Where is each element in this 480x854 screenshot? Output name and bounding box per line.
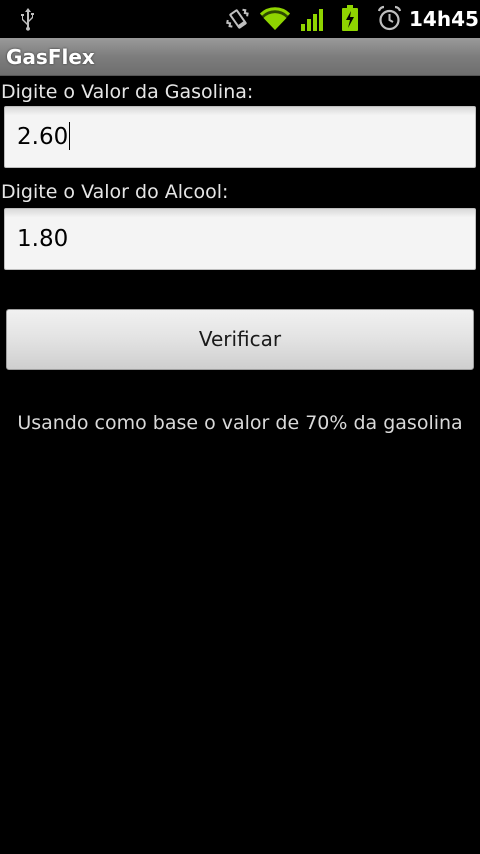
signal-icon (301, 9, 323, 31)
alcohol-input-value: 1.80 (17, 226, 69, 252)
info-text: Usando como base o valor de 70% da gasol… (17, 412, 463, 434)
gasoline-input[interactable]: 2.60 (4, 106, 476, 168)
wifi-icon (259, 7, 291, 30)
status-clock: 14h45 (409, 7, 479, 31)
text-cursor (69, 121, 71, 150)
app-title-bar: GasFlex (0, 38, 480, 76)
gasoline-label: Digite o Valor da Gasolina: (1, 81, 254, 103)
vibrate-icon (226, 8, 249, 29)
status-bar: 14h45 (0, 0, 480, 38)
usb-icon (21, 8, 34, 31)
alarm-icon (377, 5, 402, 31)
battery-charging-icon (342, 5, 358, 31)
alcohol-input[interactable]: 1.80 (4, 208, 476, 270)
verify-button[interactable]: Verificar (6, 309, 474, 370)
alcohol-label: Digite o Valor do Alcool: (1, 181, 229, 203)
app-title: GasFlex (6, 45, 95, 69)
gasoline-input-value: 2.60 (17, 124, 69, 150)
